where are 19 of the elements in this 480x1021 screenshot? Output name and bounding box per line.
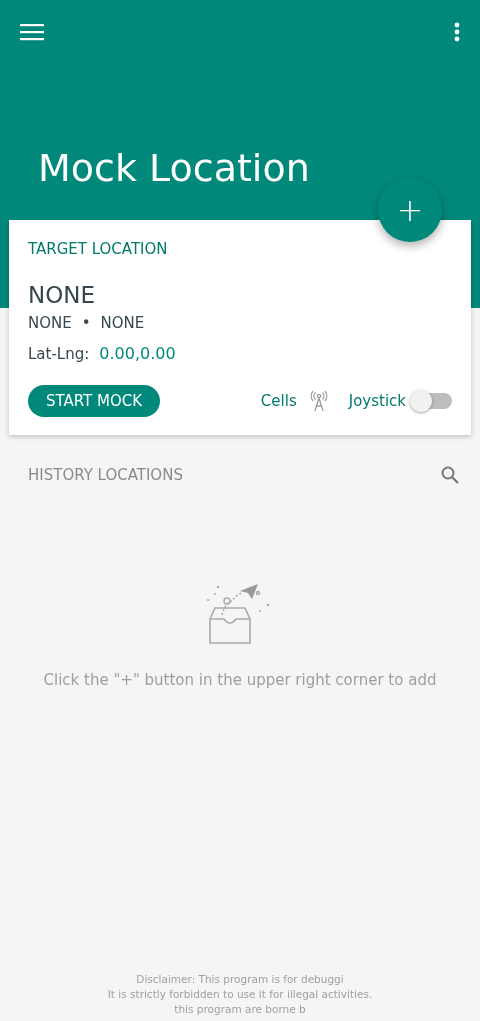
start-mock-button[interactable]: START MOCK — [28, 385, 161, 417]
disclaimer-text: this program are borne b — [174, 1002, 306, 1017]
search-icon[interactable] — [440, 465, 460, 485]
latlng-value: 0.00,0.00 — [99, 344, 176, 363]
add-button[interactable]: + — [378, 178, 442, 242]
cells-button[interactable]: Cells — [260, 392, 297, 410]
disclaimer-text: It is strictly forbidden to use it for illegal activities. — [107, 987, 373, 1002]
disclaimer-text: Disclaimer: This program is for debuggi — [136, 972, 344, 987]
location-name: NONE — [28, 282, 97, 308]
latlng-label: Lat-Lng: — [28, 345, 90, 363]
location-detail: NONE — [100, 314, 145, 332]
history-heading: HISTORY LOCATIONS — [28, 466, 183, 484]
page-title: Mock Location — [38, 146, 311, 190]
card-heading: TARGET LOCATION — [28, 240, 169, 258]
location-detail: NONE — [28, 314, 72, 332]
antenna-icon[interactable] — [308, 390, 329, 412]
empty-hint: Click the "+" button in the upper right corner to add — [43, 671, 437, 689]
separator-dot: • — [81, 314, 91, 332]
joystick-label: Joystick — [348, 392, 406, 410]
